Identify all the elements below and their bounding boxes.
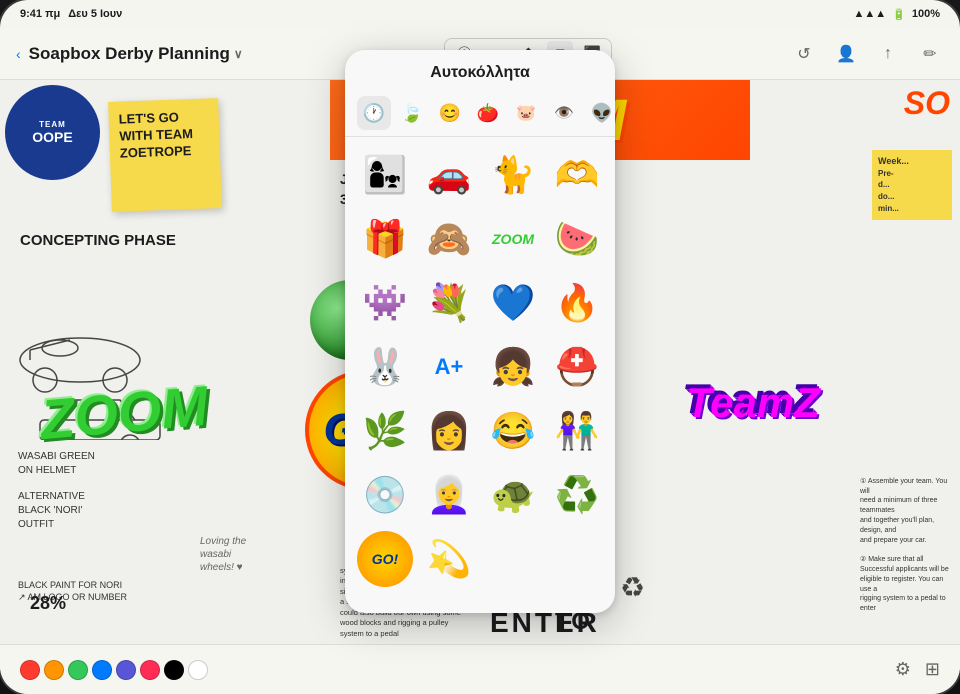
tab-face[interactable]: 🐷: [509, 96, 543, 130]
concepting-label: CONCEPTING PHASE: [20, 230, 176, 251]
status-bar: 9:41 πμ Δευ 5 Ιουν ▲▲▲ 🔋 100%: [0, 0, 960, 28]
wifi-icon: ▲▲▲: [853, 8, 886, 20]
color-white[interactable]: [188, 660, 208, 680]
color-swatches: [20, 660, 208, 680]
tab-leaf[interactable]: 🍃: [395, 96, 429, 130]
sticker-panel-header: Αυτοκόλλητα: [345, 50, 615, 90]
sticker-woman[interactable]: 👩: [421, 403, 477, 459]
color-black[interactable]: [164, 660, 184, 680]
title-chevron-icon: ∨: [234, 47, 243, 61]
sticker-laugh[interactable]: 😂: [485, 403, 541, 459]
status-time: 9:41 πμ: [20, 8, 60, 20]
sticker-sparkle[interactable]: 💫: [421, 531, 477, 587]
sticky-note[interactable]: LET'S GO WITH TEAM ZOETROPE: [108, 98, 222, 212]
sticker-heart[interactable]: 💙: [485, 275, 541, 331]
edit-icon[interactable]: ✏: [916, 40, 944, 68]
sticker-couple[interactable]: 👫: [549, 403, 605, 459]
share-icon[interactable]: ↑: [874, 40, 902, 68]
sticker-disc[interactable]: 💿: [357, 467, 413, 523]
nori-annotation: ALTERNATIVEBLACK 'NORI'OUTFIT: [18, 490, 85, 532]
sticker-recycle[interactable]: ♻️: [549, 467, 605, 523]
nav-right-actions: ↺ 👤 ↑ ✏: [790, 40, 944, 68]
sticker-bunny[interactable]: 🐰: [357, 339, 413, 395]
status-day: Δευ 5 Ιουν: [68, 8, 122, 20]
tab-recent[interactable]: 🕐: [357, 96, 391, 130]
color-purple[interactable]: [116, 660, 136, 680]
sticker-gift[interactable]: 🎁: [357, 211, 413, 267]
color-pink[interactable]: [140, 660, 160, 680]
sticker-woman-grey[interactable]: 👩‍🦳: [421, 467, 477, 523]
battery-icon: 🔋: [892, 8, 906, 21]
ipad-frame: 9:41 πμ Δευ 5 Ιουν ▲▲▲ 🔋 100% ‹ Soapbox …: [0, 0, 960, 694]
ipad-screen: 9:41 πμ Δευ 5 Ιουν ▲▲▲ 🔋 100% ‹ Soapbox …: [0, 0, 960, 694]
sticker-monster[interactable]: 👾: [357, 275, 413, 331]
sticker-helmet[interactable]: ⛑️: [549, 339, 605, 395]
right-sticky-note[interactable]: Week... Pre-d...do...min...: [872, 150, 952, 220]
sticker-monkey[interactable]: 🙈: [421, 211, 477, 267]
document-title[interactable]: Soapbox Derby Planning ∨: [29, 44, 243, 64]
color-red[interactable]: [20, 660, 40, 680]
tab-alien[interactable]: 👽: [585, 96, 615, 130]
percent-indicator: 28%: [30, 593, 66, 614]
sticker-fire-car[interactable]: 🔥: [549, 275, 605, 331]
undo-icon[interactable]: ↺: [790, 40, 818, 68]
sticker-zoom[interactable]: ZOOM: [485, 211, 541, 267]
sticker-grid: 👩‍👧 🚗 🐈 🫶 🎁 🙈 ZOOM 🍉 👾 💐 💙 🔥 🐰 A+ 👧 ⛑️: [345, 137, 615, 597]
sticker-leaf[interactable]: 🌿: [357, 403, 413, 459]
tab-food[interactable]: 🍅: [471, 96, 505, 130]
color-blue[interactable]: [92, 660, 112, 680]
team-badge: TEAM OOPE: [5, 85, 100, 180]
sticker-category-tabs: 🕐 🍃 😊 🍅 🐷 👁️ 👽: [345, 90, 615, 137]
sticker-go[interactable]: GO!: [357, 531, 413, 587]
tab-emoji[interactable]: 😊: [433, 96, 467, 130]
teamz-sticker: TeamZ: [660, 360, 840, 440]
back-button[interactable]: ‹: [16, 46, 21, 62]
side-note: Loving the wasabi wheels! ♥: [200, 535, 246, 574]
tab-eyes[interactable]: 👁️: [547, 96, 581, 130]
sticker-family[interactable]: 👩‍👧: [357, 147, 413, 203]
color-green[interactable]: [68, 660, 88, 680]
recycle-icon: ♻: [620, 571, 645, 604]
sticker-watermelon[interactable]: 🍉: [549, 211, 605, 267]
back-chevron-icon: ‹: [16, 46, 21, 62]
color-orange[interactable]: [44, 660, 64, 680]
bottom-right-tools: ⚙ ⊞: [895, 659, 940, 680]
collaborate-icon[interactable]: 👤: [832, 40, 860, 68]
zoom-graffiti: ZOOM: [37, 373, 210, 452]
sticker-turtle[interactable]: 🐢: [485, 467, 541, 523]
sticker-hands[interactable]: 🫶: [549, 147, 605, 203]
sticker-car[interactable]: 🚗: [421, 147, 477, 203]
sticker-panel: Αυτοκόλλητα 🕐 🍃 😊 🍅 🐷 👁️ 👽 👩‍👧 🚗 🐈 🫶: [345, 50, 615, 613]
right-notes: ① Assemble your team. You will need a mi…: [860, 477, 950, 614]
wasabi-annotation: WASABI GREENON HELMET: [18, 450, 95, 478]
battery-level: 100%: [912, 8, 940, 20]
sticker-flowers[interactable]: 💐: [421, 275, 477, 331]
settings-icon[interactable]: ⚙: [895, 659, 911, 680]
grid-icon[interactable]: ⊞: [925, 659, 940, 680]
sticker-empty-1: [485, 531, 541, 587]
bottom-toolbar: ⚙ ⊞: [0, 644, 960, 694]
sticker-aplus[interactable]: A+: [421, 339, 477, 395]
sticker-empty-2: [549, 531, 605, 587]
sticker-cat[interactable]: 🐈: [485, 147, 541, 203]
sticker-girl[interactable]: 👧: [485, 339, 541, 395]
sticker-panel-title: Αυτοκόλλητα: [430, 64, 530, 81]
so-text: SO: [904, 85, 950, 122]
